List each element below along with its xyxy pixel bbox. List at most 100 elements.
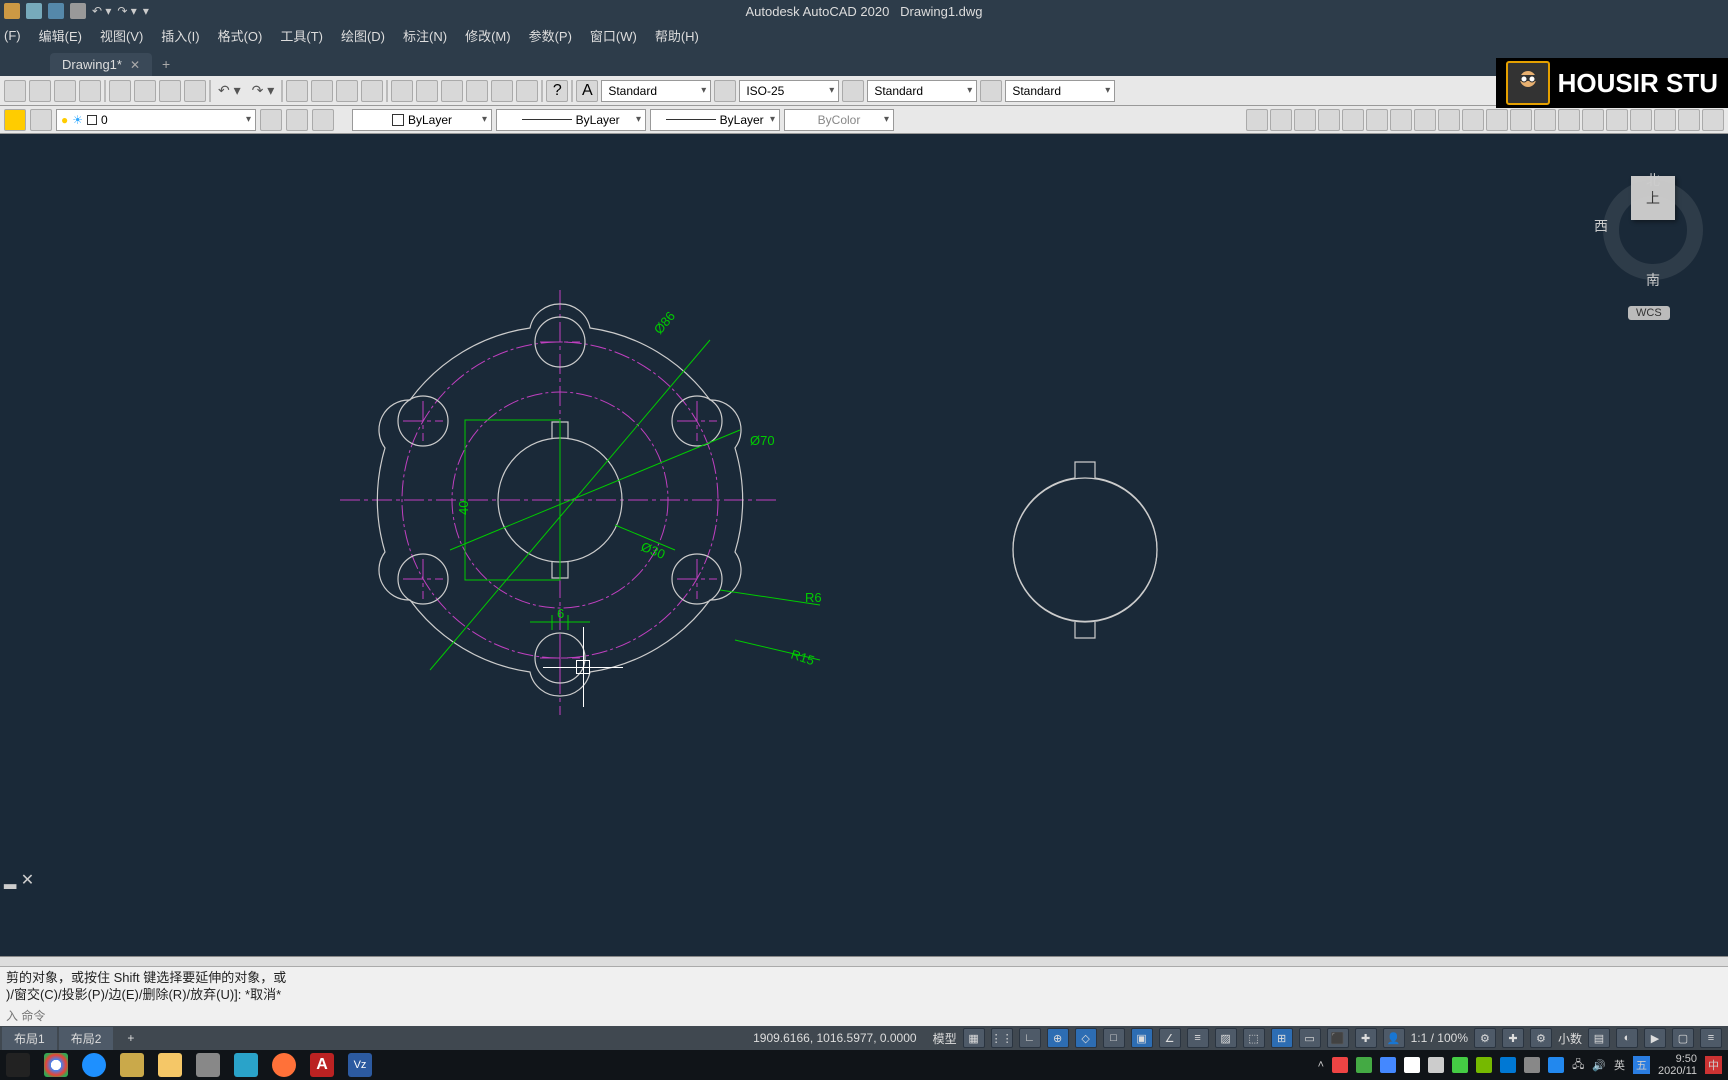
plotstyle-dropdown[interactable]: ByColor xyxy=(784,109,894,131)
dim-diameter-icon[interactable] xyxy=(1366,109,1388,131)
tray-shield-icon[interactable] xyxy=(1452,1057,1468,1073)
menu-help[interactable]: 帮助(H) xyxy=(655,26,699,45)
tray-app-icon[interactable] xyxy=(1524,1057,1540,1073)
hardware-accel-icon[interactable]: ▶ xyxy=(1644,1028,1666,1048)
designcenter-icon[interactable] xyxy=(416,80,438,102)
textstyle-icon[interactable]: A xyxy=(576,80,598,102)
menu-view[interactable]: 视图(V) xyxy=(100,26,143,45)
workspace-icon[interactable]: ⚙ xyxy=(1530,1028,1552,1048)
layer-states-icon[interactable] xyxy=(30,109,52,131)
dim-center-icon[interactable] xyxy=(1558,109,1580,131)
menu-draw[interactable]: 绘图(D) xyxy=(341,26,385,45)
dim-arc-icon[interactable] xyxy=(1294,109,1316,131)
linetype-dropdown[interactable]: ByLayer xyxy=(496,109,646,131)
new-tab-button[interactable]: + xyxy=(152,52,180,76)
qat-redo-icon[interactable]: ↷ ▾ xyxy=(117,4,136,18)
firefox-icon[interactable] xyxy=(272,1053,296,1077)
3dosnap-toggle[interactable]: ▣ xyxy=(1131,1028,1153,1048)
lineweight-dropdown[interactable]: ByLayer xyxy=(650,109,780,131)
zoom-window-icon[interactable] xyxy=(336,80,358,102)
viewcube-north[interactable]: 北 xyxy=(1646,170,1660,190)
notepad-icon[interactable] xyxy=(196,1053,220,1077)
clock-date[interactable]: 2020/11 xyxy=(1658,1065,1697,1077)
volume-icon[interactable]: 🔊 xyxy=(1592,1059,1606,1072)
viewcube-south[interactable]: 南 xyxy=(1646,270,1660,290)
autocad-icon[interactable]: A xyxy=(310,1053,334,1077)
network-icon[interactable]: 🖧 xyxy=(1572,1056,1584,1075)
open-icon[interactable] xyxy=(29,80,51,102)
ime-indicator[interactable]: 中 xyxy=(1705,1056,1722,1074)
layer-prev-icon[interactable] xyxy=(260,109,282,131)
transparency-toggle[interactable]: ▨ xyxy=(1215,1028,1237,1048)
plot-icon[interactable] xyxy=(79,80,101,102)
customize-icon[interactable]: ▤ xyxy=(1588,1028,1610,1048)
model-button[interactable]: 模型 xyxy=(933,1030,957,1047)
dynmode-toggle[interactable]: ⊞ xyxy=(1271,1028,1293,1048)
viewcube-wcs[interactable]: WCS xyxy=(1628,306,1670,320)
menu-window[interactable]: 窗口(W) xyxy=(590,26,637,45)
pan-icon[interactable] xyxy=(286,80,308,102)
mleaderstyle-dropdown[interactable]: Standard xyxy=(1005,80,1115,102)
markup-icon[interactable] xyxy=(491,80,513,102)
layer-manager-icon[interactable] xyxy=(4,109,26,131)
tray-bluetooth-icon[interactable] xyxy=(1548,1057,1564,1073)
tray-icon[interactable] xyxy=(1428,1057,1444,1073)
sc-toggle[interactable]: ⬛ xyxy=(1327,1028,1349,1048)
app-vz-icon[interactable]: Vz xyxy=(348,1053,372,1077)
toolpalettes-icon[interactable] xyxy=(441,80,463,102)
start-button[interactable] xyxy=(6,1053,30,1077)
lwt-toggle[interactable]: ≡ xyxy=(1187,1028,1209,1048)
properties-icon[interactable] xyxy=(391,80,413,102)
ime-method[interactable]: 五 xyxy=(1633,1056,1650,1074)
tablestyle-dropdown[interactable]: Standard xyxy=(867,80,977,102)
tray-icon[interactable] xyxy=(1404,1057,1420,1073)
dim-inspect-icon[interactable] xyxy=(1582,109,1604,131)
redo-icon[interactable]: ↷ ▾ xyxy=(248,82,279,99)
qat-save-icon[interactable] xyxy=(48,3,64,19)
file-tab-drawing1[interactable]: Drawing1* ✕ xyxy=(50,53,152,76)
key-icon[interactable] xyxy=(120,1053,144,1077)
quickcalc-icon[interactable] xyxy=(516,80,538,102)
chrome-icon[interactable] xyxy=(44,1053,68,1077)
viewcube[interactable]: 北 西 上 南 WCS xyxy=(1598,170,1708,320)
tray-up-icon[interactable]: ˄ xyxy=(1318,1059,1324,1071)
isodraft-toggle[interactable]: ◇ xyxy=(1075,1028,1097,1048)
dim-update-icon[interactable] xyxy=(1678,109,1700,131)
ortho-toggle[interactable]: ∟ xyxy=(1019,1028,1041,1048)
menu-modify[interactable]: 修改(M) xyxy=(465,26,511,45)
tray-nvidia-icon[interactable] xyxy=(1476,1057,1492,1073)
grid-toggle[interactable]: ▦ xyxy=(963,1028,985,1048)
tray-onedrive-icon[interactable] xyxy=(1500,1057,1516,1073)
paste-icon[interactable] xyxy=(159,80,181,102)
tablestyle-icon[interactable] xyxy=(842,80,864,102)
annoscale-icon[interactable]: 👤 xyxy=(1383,1028,1405,1048)
copy-icon[interactable] xyxy=(134,80,156,102)
dim-aligned-icon[interactable] xyxy=(1270,109,1292,131)
cleanscreen-icon[interactable]: ▢ xyxy=(1672,1028,1694,1048)
viewcube-west[interactable]: 西 xyxy=(1594,216,1608,236)
otrack-toggle[interactable]: ∠ xyxy=(1159,1028,1181,1048)
qat-open-icon[interactable] xyxy=(26,3,42,19)
tencent-browser-icon[interactable] xyxy=(82,1053,106,1077)
dim-tolerance-icon[interactable] xyxy=(1534,109,1556,131)
qp-toggle[interactable]: ▭ xyxy=(1299,1028,1321,1048)
dim-space-icon[interactable] xyxy=(1486,109,1508,131)
menu-tools[interactable]: 工具(T) xyxy=(280,26,323,45)
cmd-palette-handle[interactable]: ▂ ✕ xyxy=(4,870,34,890)
dim-style-icon[interactable] xyxy=(1702,109,1724,131)
close-icon[interactable]: ✕ xyxy=(130,58,140,72)
dim-jogged-icon[interactable] xyxy=(1606,109,1628,131)
layout-tab-add[interactable]: + xyxy=(115,1028,146,1048)
menu-dimension[interactable]: 标注(N) xyxy=(403,26,447,45)
command-window[interactable]: 剪的对象，或按住 Shift 键选择要延伸的对象，或 )/窗交(C)/投影(P)… xyxy=(0,956,1728,1026)
qat-undo-icon[interactable]: ↶ ▾ xyxy=(92,4,111,18)
annomonitor[interactable]: ✚ xyxy=(1355,1028,1377,1048)
osnap-toggle[interactable]: □ xyxy=(1103,1028,1125,1048)
cut-icon[interactable] xyxy=(109,80,131,102)
layout-tab-1[interactable]: 布局1 xyxy=(2,1027,57,1050)
dim-radius-icon[interactable] xyxy=(1342,109,1364,131)
dim-break-icon[interactable] xyxy=(1510,109,1532,131)
menu-icon[interactable]: ≡ xyxy=(1700,1028,1722,1048)
undo-icon[interactable]: ↶ ▾ xyxy=(214,82,245,99)
color-dropdown[interactable]: ByLayer xyxy=(352,109,492,131)
